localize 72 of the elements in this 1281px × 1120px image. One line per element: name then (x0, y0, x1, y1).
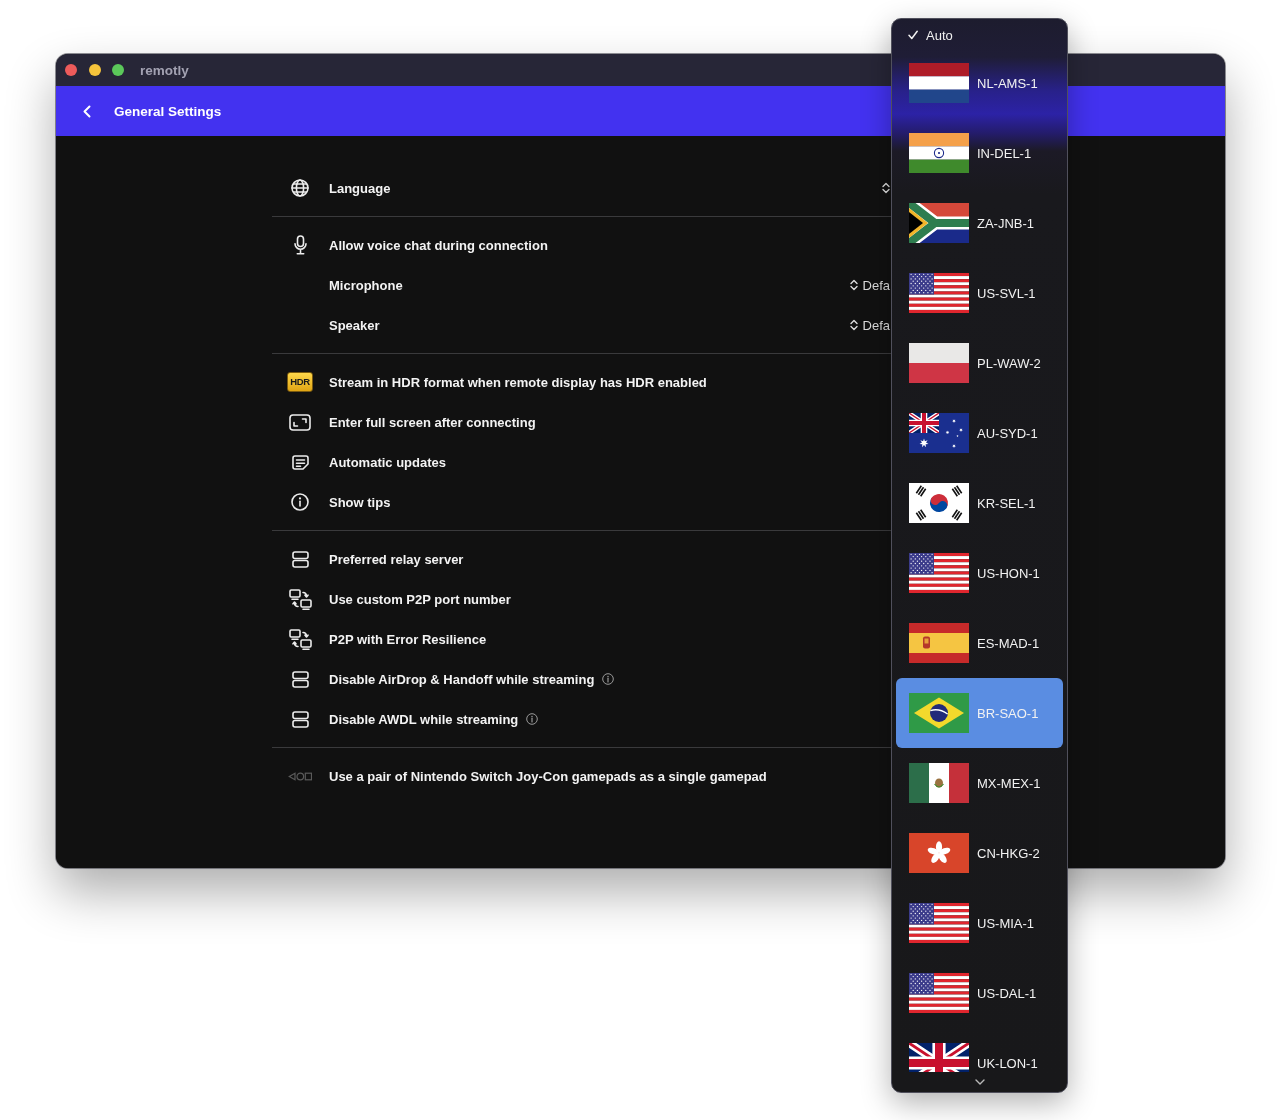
netherlands-flag-icon (909, 63, 969, 103)
server-icon (291, 670, 309, 688)
australia-flag-icon (909, 413, 969, 453)
back-button[interactable] (81, 102, 93, 120)
setting-label: Allow voice chat during connection (329, 237, 548, 253)
menu-item[interactable]: US-HON-1 (896, 538, 1063, 608)
hong-kong-flag-icon (909, 833, 969, 873)
menu-item[interactable]: NL-AMS-1 (896, 48, 1063, 118)
uk-flag-icon (909, 1043, 969, 1072)
india-flag-icon (909, 133, 969, 173)
menu-item[interactable]: KR-SEL-1 (896, 468, 1063, 538)
chevron-updown-icon (849, 319, 858, 331)
setting-label: Use a pair of Nintendo Switch Joy-Con gamepads as a single gamepad (329, 768, 767, 784)
setting-label: Preferred relay server (329, 551, 464, 567)
setting-label: Automatic updates (329, 454, 446, 470)
close-button[interactable] (65, 64, 77, 76)
menu-item[interactable]: Auto (896, 22, 1063, 48)
south-africa-flag-icon (909, 203, 969, 243)
us-flag-icon (909, 273, 969, 313)
zoom-button[interactable] (112, 64, 124, 76)
info-icon[interactable] (602, 673, 615, 685)
globe-icon (291, 179, 309, 197)
window-title: remotly (140, 62, 189, 78)
server-icon (291, 710, 309, 728)
controller-symbols-icon (288, 771, 312, 781)
menu-item[interactable]: ZA-JNB-1 (896, 188, 1063, 258)
menu-item[interactable]: CN-HKG-2 (896, 818, 1063, 888)
monitors-icon (288, 628, 312, 650)
menu-item[interactable]: PL-WAW-2 (896, 328, 1063, 398)
minimize-button[interactable] (88, 64, 101, 76)
dropdown-button[interactable] (882, 182, 890, 194)
chevron-down-icon[interactable] (974, 1079, 985, 1085)
menu-item[interactable]: AU-SYD-1 (896, 398, 1063, 468)
menu-item[interactable]: US-DAL-1 (896, 958, 1063, 1028)
south-korea-flag-icon (909, 483, 969, 523)
setting-label: Disable AirDrop & Handoff while streaming (329, 671, 595, 687)
setting-label: Show tips (329, 494, 391, 510)
menu-item[interactable]: MX-MEX-1 (896, 748, 1063, 818)
setting-label: Speaker (329, 317, 380, 333)
setting-label: P2P with Error Resilience (329, 631, 487, 647)
setting-label: Disable AWDL while streaming (329, 711, 519, 727)
setting-label: Stream in HDR format when remote display has HDR enabled (329, 374, 707, 390)
hdr-badge: HDR (287, 372, 313, 392)
chevron-updown-icon (882, 182, 890, 194)
fullscreen-icon (289, 413, 311, 431)
microphone-icon (293, 235, 307, 255)
us-flag-icon (909, 553, 969, 593)
menu-item[interactable]: UK-LON-1 (896, 1028, 1063, 1072)
setting-label: Microphone (329, 277, 403, 293)
dropdown-button[interactable]: Defa (849, 317, 890, 333)
server-icon (291, 550, 309, 568)
info-icon (291, 493, 309, 511)
menu-item[interactable]: IN-DEL-1 (896, 118, 1063, 188)
header-title: General Settings (114, 103, 222, 119)
mexico-flag-icon (909, 763, 969, 803)
info-icon[interactable] (526, 713, 539, 725)
setting-label: Use custom P2P port number (329, 591, 511, 607)
note-icon (291, 454, 309, 470)
brazil-flag-icon (909, 693, 969, 733)
menu-item[interactable]: US-SVL-1 (896, 258, 1063, 328)
setting-label: Enter full screen after connecting (329, 414, 536, 430)
us-flag-icon (909, 973, 969, 1013)
menu-item[interactable]: ES-MAD-1 (896, 608, 1063, 678)
us-flag-icon (909, 903, 969, 943)
menu-item[interactable]: US-MIA-1 (896, 888, 1063, 958)
monitors-icon (288, 588, 312, 610)
dropdown-button[interactable]: Defa (849, 277, 890, 293)
poland-flag-icon (909, 343, 969, 383)
chevron-updown-icon (849, 279, 858, 291)
setting-label: Language (329, 180, 391, 196)
chevron-left-icon (83, 104, 91, 118)
spain-flag-icon (909, 623, 969, 663)
